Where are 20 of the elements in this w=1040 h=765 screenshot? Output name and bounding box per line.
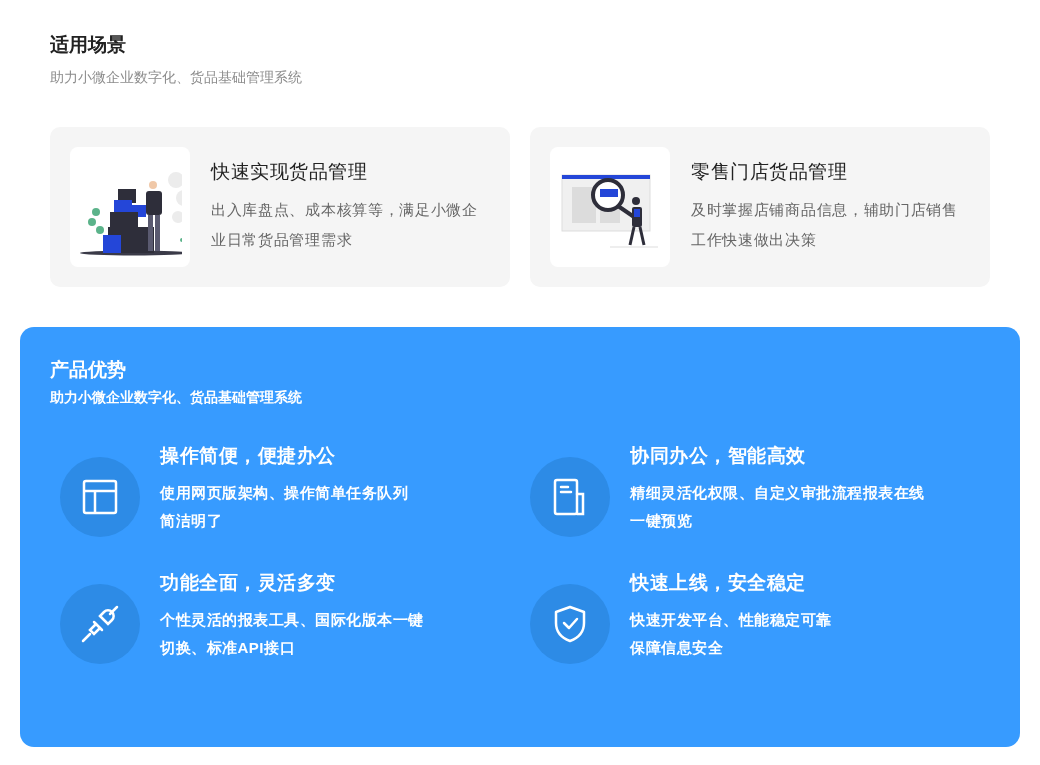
feature-title: 快速上线，安全稳定 bbox=[630, 571, 807, 595]
card-title: 快速实现货品管理 bbox=[211, 160, 368, 184]
section-title: 适用场景 bbox=[50, 33, 127, 57]
feature-description: 使用网页版架构、操作简单任务队列 简洁明了 bbox=[160, 483, 408, 531]
card-title: 零售门店货品管理 bbox=[691, 160, 848, 184]
feature-title: 协同办公，智能高效 bbox=[630, 444, 807, 468]
card-description: 及时掌握店铺商品信息，辅助门店销售 工作快速做出决策 bbox=[691, 200, 958, 250]
plug-icon bbox=[80, 604, 120, 644]
feature-description: 快速开发平台、性能稳定可靠 保障信息安全 bbox=[630, 610, 832, 658]
section-subtitle: 助力小微企业数字化、货品基础管理系统 bbox=[50, 68, 303, 87]
feature-title: 功能全面，灵活多变 bbox=[160, 571, 337, 595]
document-icon bbox=[553, 478, 587, 516]
card-description: 出入库盘点、成本核算等，满足小微企 业日常货品管理需求 bbox=[211, 200, 478, 250]
feature-description: 个性灵活的报表工具、国际化版本一键 切换、标准API接口 bbox=[160, 610, 424, 658]
feature-title: 操作简便，便捷办公 bbox=[160, 444, 337, 468]
shield-check-icon bbox=[553, 605, 587, 643]
layout-icon bbox=[82, 479, 118, 515]
feature-description: 精细灵活化权限、自定义审批流程报表在线 一键预览 bbox=[630, 483, 925, 531]
section-subtitle: 助力小微企业数字化、货品基础管理系统 bbox=[50, 388, 303, 407]
section-title: 产品优势 bbox=[50, 358, 127, 382]
